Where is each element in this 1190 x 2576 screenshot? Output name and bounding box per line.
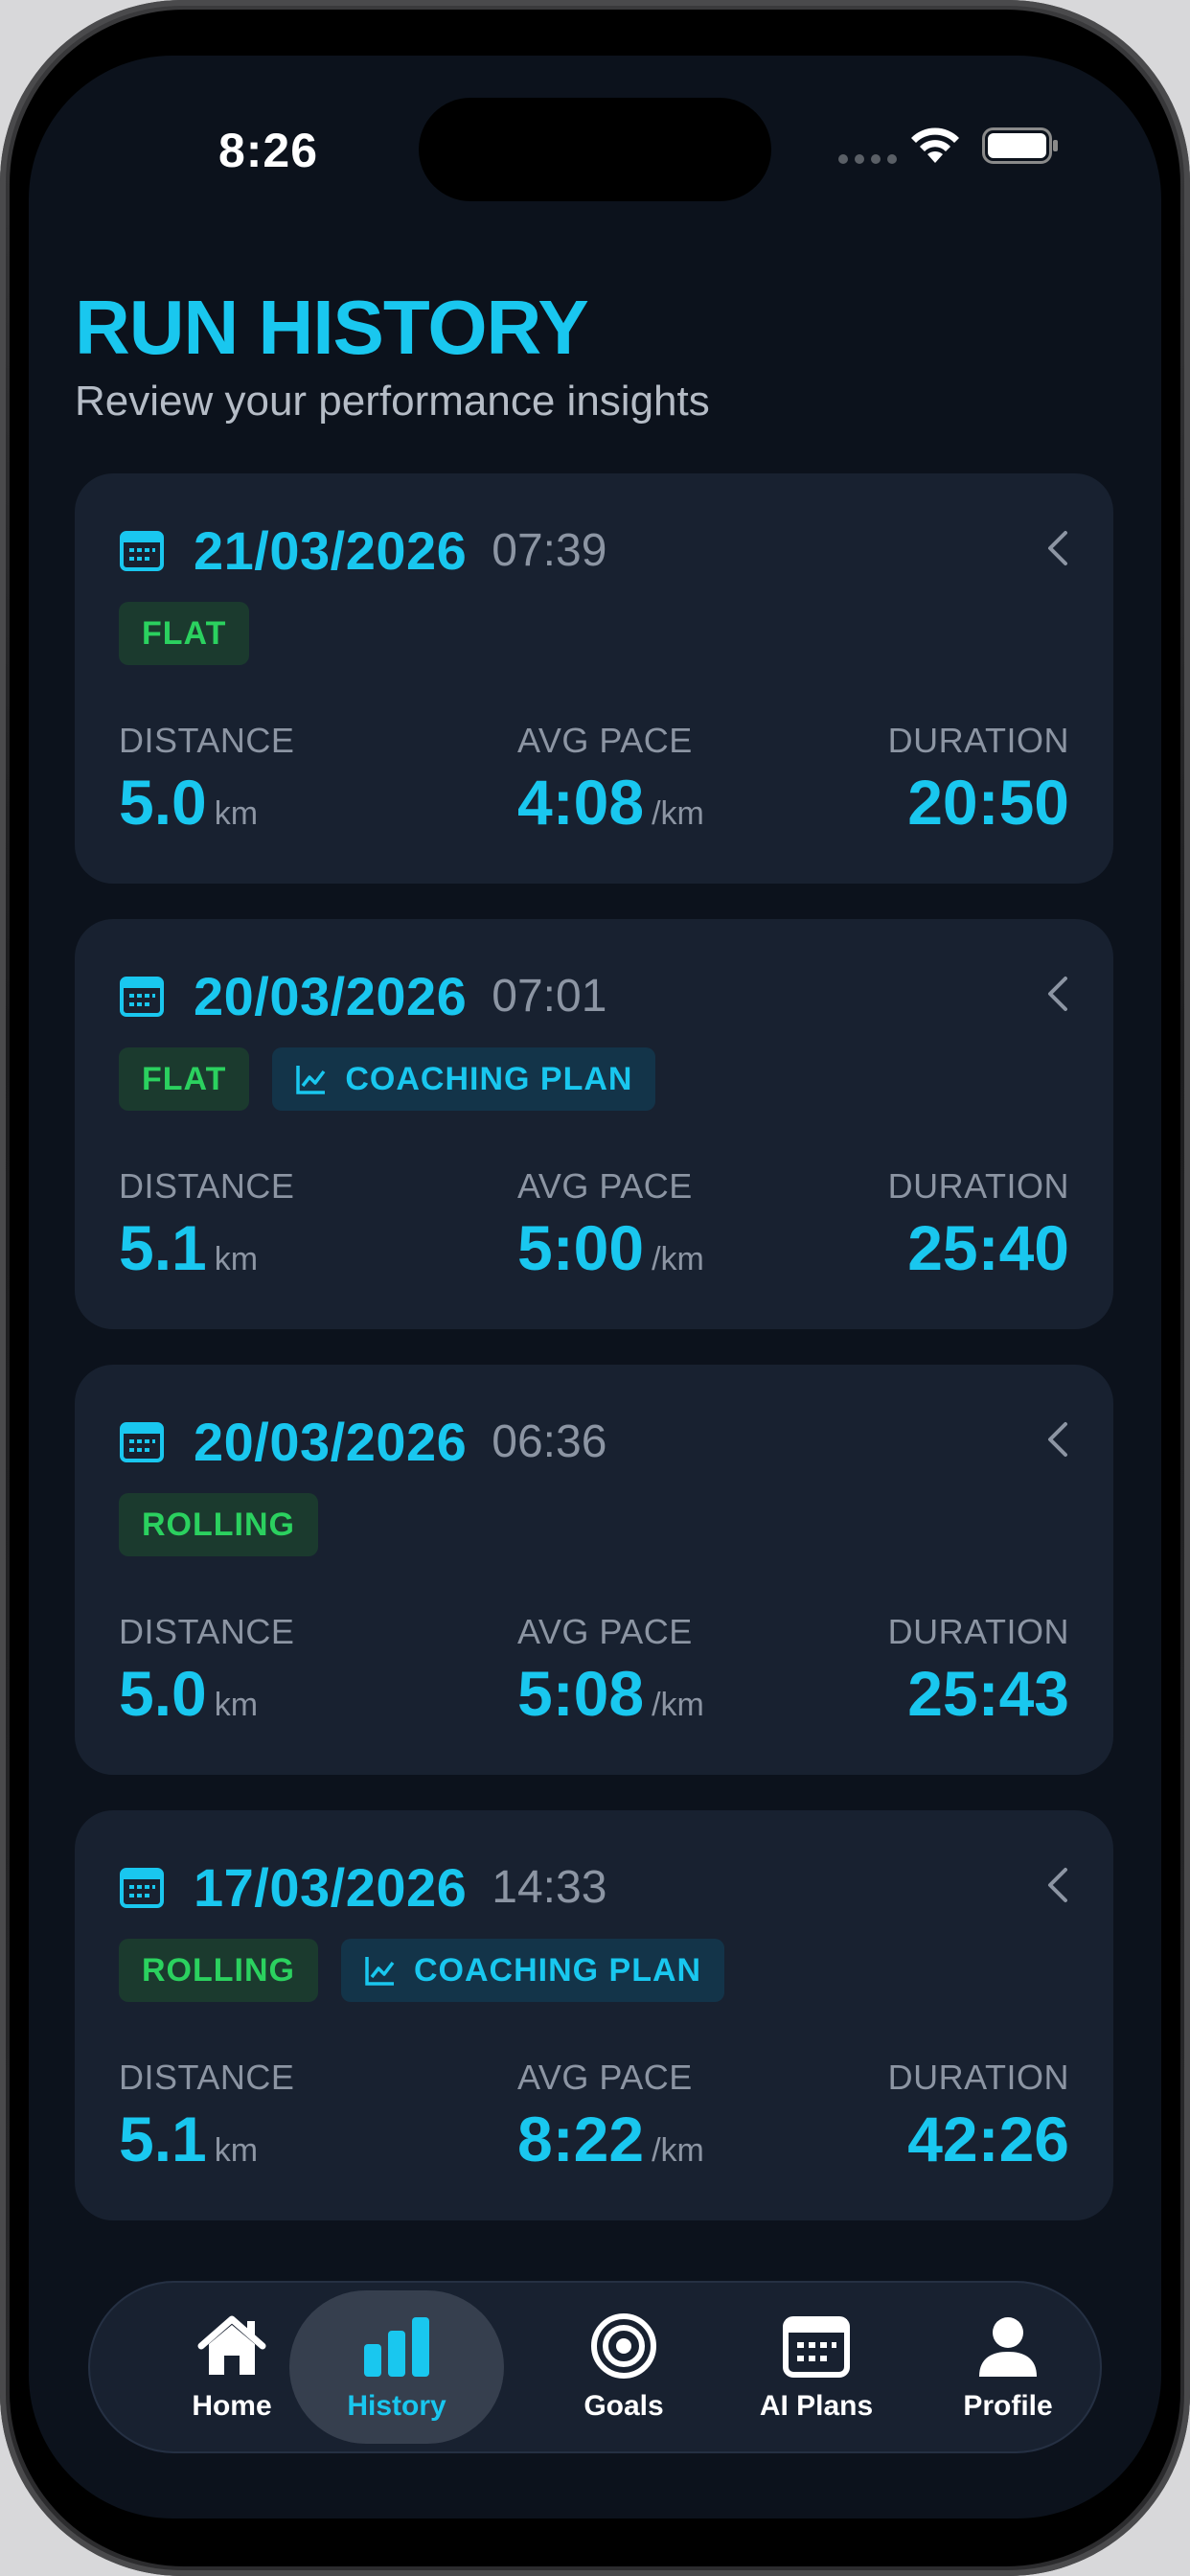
trend-chart-icon <box>296 1066 326 1094</box>
run-card[interactable]: 20/03/2026 06:36 ROLLING DISTANCE AVG PA… <box>75 1365 1113 1775</box>
avg-pace-value: 4:08/km <box>517 767 704 838</box>
page-subtitle: Review your performance insights <box>75 378 710 425</box>
duration-label: DURATION <box>887 721 1069 760</box>
chevron-left-icon[interactable] <box>1044 1418 1069 1460</box>
distance-label: DISTANCE <box>119 2058 295 2097</box>
status-time: 8:26 <box>217 124 319 177</box>
terrain-badge: FLAT <box>119 602 250 665</box>
chevron-left-icon[interactable] <box>1044 973 1069 1015</box>
run-date: 20/03/2026 <box>194 1411 468 1472</box>
run-tags: FLAT <box>119 602 250 665</box>
avg-pace-value: 5:00/km <box>517 1212 704 1283</box>
tab-ai-plans-label: AI Plans <box>759 2390 874 2422</box>
coaching-plan-badge: COACHING PLAN <box>272 1047 656 1111</box>
tab-history-label: History <box>347 2390 446 2422</box>
coaching-plan-label: COACHING PLAN <box>345 1060 633 1097</box>
avg-pace-label: AVG PACE <box>517 1166 693 1206</box>
tab-goals-label: Goals <box>584 2390 664 2422</box>
duration-value: 25:43 <box>907 1658 1069 1729</box>
run-date-row: 17/03/2026 14:33 <box>119 1854 606 1920</box>
terrain-badge: FLAT <box>119 1047 250 1111</box>
duration-value: 20:50 <box>907 767 1069 838</box>
wifi-icon <box>911 127 959 163</box>
chevron-left-icon[interactable] <box>1044 1864 1069 1906</box>
battery-icon <box>982 127 1058 164</box>
tab-goals[interactable]: Goals <box>528 2290 720 2444</box>
run-time: 07:39 <box>492 524 607 576</box>
duration-value: 42:26 <box>907 2104 1069 2174</box>
tab-home-label: Home <box>192 2390 272 2422</box>
tab-profile[interactable]: Profile <box>912 2290 1104 2444</box>
calendar-icon <box>120 531 164 571</box>
duration-value: 25:40 <box>907 1212 1069 1283</box>
run-date-row: 20/03/2026 06:36 <box>119 1409 606 1474</box>
avg-pace-value: 8:22/km <box>517 2104 704 2174</box>
run-date: 17/03/2026 <box>194 1856 468 1918</box>
distance-label: DISTANCE <box>119 1612 295 1651</box>
run-tags: ROLLING <box>119 1493 318 1556</box>
person-icon <box>979 2317 1037 2377</box>
calendar-icon <box>120 1422 164 1462</box>
dynamic-island <box>419 98 771 201</box>
distance-value: 5.1 km <box>119 1212 259 1283</box>
distance-value: 5.0 km <box>119 1658 259 1729</box>
distance-value: 5.0 km <box>119 767 259 838</box>
app-screen: 8:26 RUN HISTORY Review your performance… <box>29 56 1161 2518</box>
run-date: 20/03/2026 <box>194 965 468 1026</box>
terrain-badge: ROLLING <box>119 1493 318 1556</box>
calendar-icon <box>120 1868 164 1908</box>
calendar-icon <box>120 977 164 1017</box>
run-card[interactable]: 17/03/2026 14:33 ROLLING COACHING PLAN D… <box>75 1810 1113 2220</box>
duration-label: DURATION <box>887 1166 1069 1206</box>
duration-label: DURATION <box>887 1612 1069 1651</box>
bar-chart-icon <box>364 2317 429 2377</box>
run-card[interactable]: 20/03/2026 07:01 FLAT COACHING PLAN DIST… <box>75 919 1113 1329</box>
avg-pace-label: AVG PACE <box>517 2058 693 2097</box>
page-title: RUN HISTORY <box>75 285 589 370</box>
run-time: 14:33 <box>492 1861 607 1913</box>
avg-pace-value: 5:08/km <box>517 1658 704 1729</box>
run-tags: FLAT COACHING PLAN <box>119 1047 656 1111</box>
trend-chart-icon <box>365 1957 395 1986</box>
duration-label: DURATION <box>887 2058 1069 2097</box>
distance-label: DISTANCE <box>119 1166 295 1206</box>
run-time: 06:36 <box>492 1415 607 1467</box>
calendar-icon <box>783 2316 850 2378</box>
avg-pace-label: AVG PACE <box>517 1612 693 1651</box>
terrain-badge: ROLLING <box>119 1939 318 2002</box>
coaching-plan-badge: COACHING PLAN <box>340 1939 725 2002</box>
tab-profile-label: Profile <box>963 2390 1053 2422</box>
distance-label: DISTANCE <box>119 721 295 760</box>
chevron-left-icon[interactable] <box>1044 527 1069 569</box>
distance-value: 5.1 km <box>119 2104 259 2174</box>
tab-ai-plans[interactable]: AI Plans <box>721 2290 912 2444</box>
target-icon <box>591 2313 656 2379</box>
run-date-row: 20/03/2026 07:01 <box>119 963 606 1028</box>
avg-pace-label: AVG PACE <box>517 721 693 760</box>
home-icon <box>197 2315 266 2375</box>
run-card[interactable]: 21/03/2026 07:39 FLAT DISTANCE AVG PACE … <box>75 473 1113 884</box>
run-date: 21/03/2026 <box>194 519 468 581</box>
run-date-row: 21/03/2026 07:39 <box>119 518 606 583</box>
coaching-plan-label: COACHING PLAN <box>413 1951 702 1989</box>
tab-history[interactable]: History <box>289 2290 504 2444</box>
bottom-tab-bar: Home History Goals AI Plans Profile <box>88 2281 1102 2453</box>
run-time: 07:01 <box>492 970 607 1022</box>
run-tags: ROLLING COACHING PLAN <box>119 1939 725 2002</box>
cellular-signal-icon <box>838 154 897 164</box>
